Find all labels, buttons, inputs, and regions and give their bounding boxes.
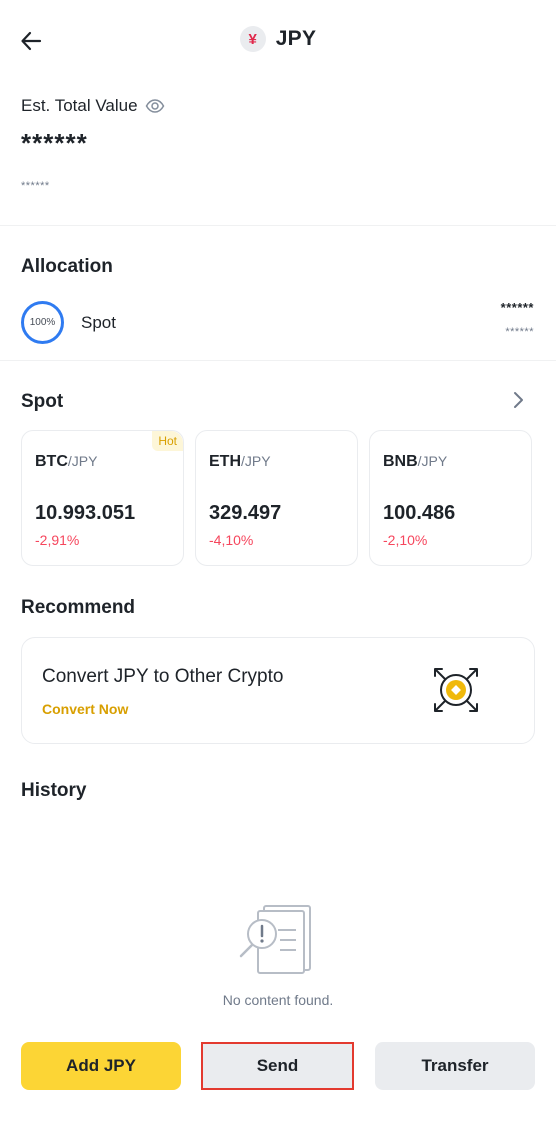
allocation-item-value: ****** — [500, 300, 534, 315]
pair-price: 329.497 — [209, 502, 282, 524]
jpy-coin-icon: ¥ — [239, 26, 266, 52]
pair-card-btc[interactable]: Hot BTC/JPY 10.993.051 -2,91% — [21, 430, 184, 566]
convert-card[interactable]: Convert JPY to Other Crypto Convert Now — [21, 637, 535, 744]
pair-change: -2,91% — [35, 532, 80, 548]
convert-illustration-icon — [434, 668, 478, 712]
pair-card-eth[interactable]: ETH/JPY 329.497 -4,10% — [195, 430, 358, 566]
divider — [0, 225, 556, 226]
pair-change: -2,10% — [383, 532, 428, 548]
page-title-group: ¥ JPY — [0, 26, 556, 52]
pair-card-bnb[interactable]: BNB/JPY 100.486 -2,10% — [369, 430, 532, 566]
hot-badge: Hot — [152, 431, 183, 451]
history-title: History — [21, 780, 87, 801]
chevron-right-icon[interactable] — [508, 390, 528, 410]
est-total-value-label: Est. Total Value — [21, 96, 138, 115]
pair-quote: /JPY — [241, 453, 271, 469]
convert-card-title: Convert JPY to Other Crypto — [42, 666, 284, 687]
add-jpy-button[interactable]: Add JPY — [21, 1042, 181, 1090]
pair-price: 100.486 — [383, 502, 456, 524]
pair-base: BNB — [383, 453, 418, 470]
pair-quote: /JPY — [67, 453, 98, 469]
allocation-item-fiat: ****** — [505, 326, 534, 338]
divider — [0, 360, 556, 361]
convert-now-link[interactable]: Convert Now — [42, 701, 128, 717]
pair-base: BTC — [35, 453, 68, 470]
est-total-value-row: Est. Total Value — [21, 96, 165, 116]
recommend-title: Recommend — [21, 597, 136, 618]
pair-change: -4,10% — [209, 532, 254, 548]
est-total-value: ****** — [21, 128, 88, 158]
transfer-button[interactable]: Transfer — [375, 1042, 535, 1090]
spot-title: Spot — [21, 391, 64, 412]
page-title: JPY — [275, 27, 317, 50]
pair-quote: /JPY — [417, 453, 448, 469]
pair-name: BTC/JPY — [35, 453, 97, 471]
empty-state-text: No content found. — [222, 992, 334, 1008]
send-button[interactable]: Send — [201, 1042, 354, 1090]
empty-document-icon — [239, 905, 311, 974]
pair-name: BNB/JPY — [383, 453, 447, 471]
header: ¥ JPY — [0, 0, 556, 82]
pair-base: ETH — [209, 453, 241, 470]
allocation-percent-ring: 100% — [21, 301, 64, 344]
eye-icon[interactable] — [145, 96, 165, 116]
allocation-item-name: Spot — [81, 313, 116, 332]
pair-name: ETH/JPY — [209, 453, 271, 471]
pair-price: 10.993.051 — [35, 502, 136, 524]
allocation-title: Allocation — [21, 256, 113, 277]
est-total-value-fiat: ****** — [21, 180, 50, 192]
